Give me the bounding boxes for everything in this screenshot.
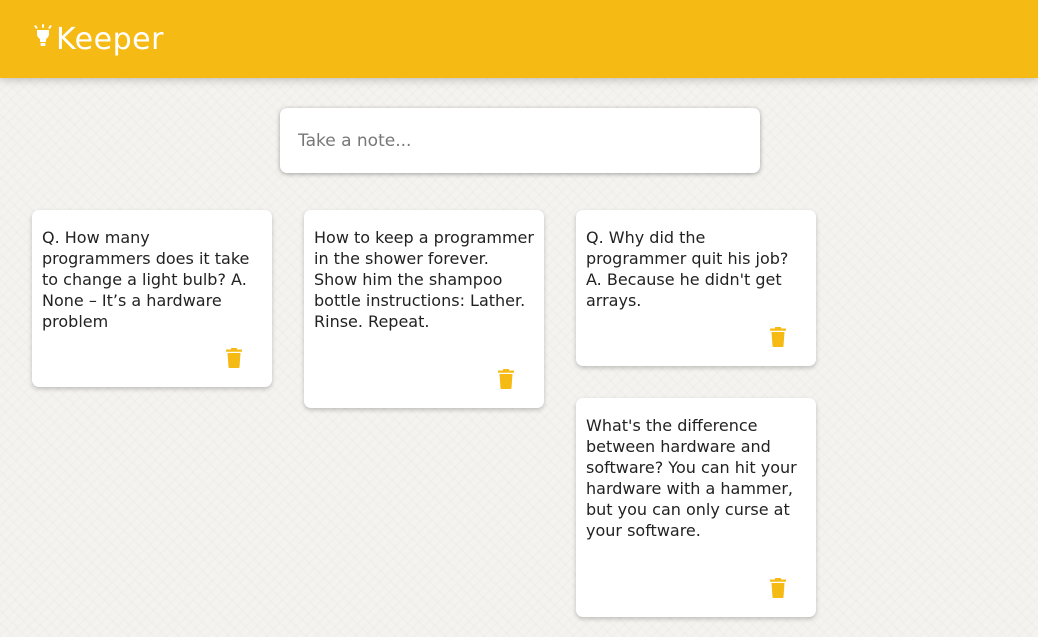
note-content: Q. Why did the programmer quit his job? …: [586, 228, 794, 310]
note-content: Q. How many programmers does it take to …: [42, 228, 255, 331]
trash-icon: [226, 348, 242, 368]
note-card: How to keep a programmer in the shower f…: [304, 210, 544, 408]
trash-icon: [770, 578, 786, 598]
note-content: What's the difference between hardware a…: [586, 416, 802, 540]
note-card: Q. How many programmers does it take to …: [32, 210, 272, 387]
delete-note-button[interactable]: [769, 578, 787, 598]
note-content: How to keep a programmer in the shower f…: [314, 228, 540, 331]
delete-note-button[interactable]: [497, 369, 515, 389]
lightbulb-icon: [34, 24, 52, 46]
delete-note-button[interactable]: [225, 348, 243, 368]
delete-note-button[interactable]: [769, 327, 787, 347]
trash-icon: [498, 369, 514, 389]
app-logo: Keeper: [34, 22, 164, 57]
app-header: Keeper: [0, 0, 1038, 78]
app-title: Keeper: [56, 21, 164, 57]
trash-icon: [770, 327, 786, 347]
create-note-form: [280, 108, 760, 173]
note-card: Q. Why did the programmer quit his job? …: [576, 210, 816, 366]
note-input[interactable]: [298, 130, 742, 151]
note-card: What's the difference between hardware a…: [576, 398, 816, 617]
